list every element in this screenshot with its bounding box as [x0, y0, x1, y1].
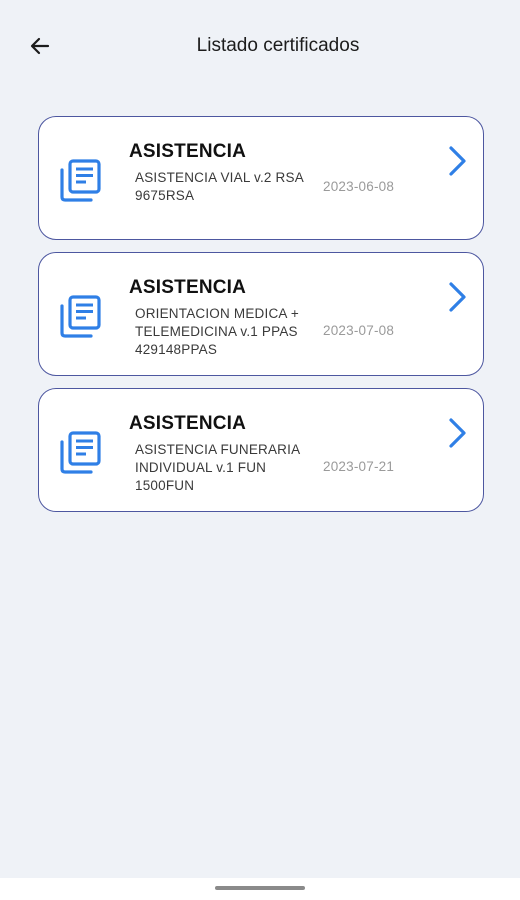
certificate-description: ORIENTACION MEDICA + TELEMEDICINA v.1 PP… — [135, 306, 299, 357]
certificate-description: ASISTENCIA VIAL v.2 RSA 9675RSA — [135, 170, 304, 203]
chevron-right-icon — [449, 146, 466, 176]
document-stack-icon — [60, 295, 101, 338]
app-screen: Listado certificados ASISTENCIA ASISTENC… — [0, 0, 520, 900]
certificate-list: ASISTENCIA ASISTENCIA VIAL v.2 RSA 9675R… — [38, 116, 484, 524]
certificate-date: 2023-07-08 — [323, 323, 395, 338]
certificate-card[interactable]: ASISTENCIA ASISTENCIA FUNERARIA INDIVIDU… — [38, 388, 484, 512]
chevron-right-icon — [449, 282, 466, 312]
certificate-title: ASISTENCIA — [129, 413, 247, 434]
page-title: Listado certificados — [196, 35, 360, 56]
certificate-date: 2023-06-08 — [323, 179, 395, 194]
app-header: Listado certificados — [0, 0, 520, 92]
navigation-bar — [0, 878, 520, 900]
certificate-title: ASISTENCIA — [129, 141, 247, 162]
certificate-description: ASISTENCIA FUNERARIA INDIVIDUAL v.1 FUN … — [135, 442, 300, 493]
home-indicator[interactable] — [215, 886, 305, 890]
document-stack-icon — [60, 159, 101, 202]
certificate-title: ASISTENCIA — [129, 277, 247, 298]
chevron-right-icon — [449, 418, 466, 448]
certificate-card[interactable]: ASISTENCIA ASISTENCIA VIAL v.2 RSA 9675R… — [38, 116, 484, 240]
document-stack-icon — [60, 431, 101, 474]
certificate-date: 2023-07-21 — [323, 459, 395, 474]
certificate-card[interactable]: ASISTENCIA ORIENTACION MEDICA + TELEMEDI… — [38, 252, 484, 376]
